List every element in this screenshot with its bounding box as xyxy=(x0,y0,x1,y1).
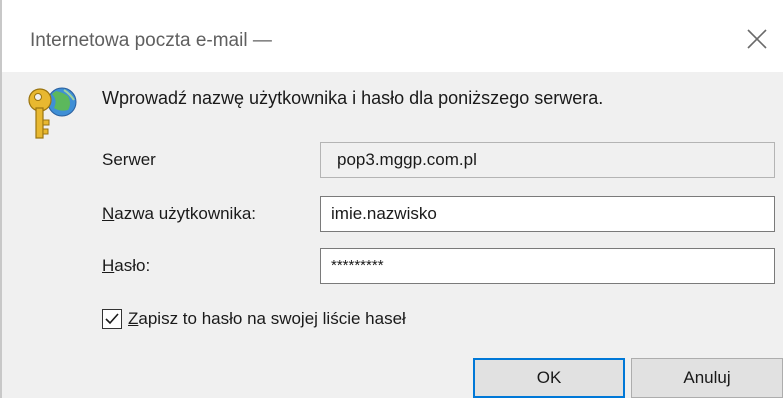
checkmark-icon xyxy=(105,313,119,325)
ok-button[interactable]: OK xyxy=(473,358,625,398)
remember-label-rest: apisz to hasło na swojej liście haseł xyxy=(138,309,406,328)
server-field: pop3.mggp.com.pl xyxy=(320,142,775,178)
password-label-rest: asło: xyxy=(114,256,151,275)
remember-label-accel: Z xyxy=(128,309,139,328)
username-label-accel: N xyxy=(102,204,115,223)
password-label-accel: H xyxy=(102,256,115,275)
login-dialog: Internetowa poczta e-mail — Wprowadź naz… xyxy=(0,0,783,398)
remember-password-label: Zapisz to hasło na swojej liście haseł xyxy=(128,309,406,329)
window-title: Internetowa poczta e-mail — xyxy=(30,30,272,51)
server-value: pop3.mggp.com.pl xyxy=(337,150,477,169)
username-field[interactable]: imie.nazwisko xyxy=(320,196,775,232)
remember-password-checkbox[interactable] xyxy=(102,309,122,329)
password-label: Hasło: xyxy=(102,256,150,276)
username-value: imie.nazwisko xyxy=(331,204,437,223)
title-bar: Internetowa poczta e-mail — xyxy=(2,0,783,72)
close-button[interactable] xyxy=(740,22,776,58)
server-label: Serwer xyxy=(102,150,156,169)
password-field[interactable]: ********* xyxy=(320,248,775,284)
prompt-text: Wprowadź nazwę użytkownika i hasło dla p… xyxy=(102,88,604,108)
key-globe-icon xyxy=(24,82,82,144)
cancel-button[interactable]: Anuluj xyxy=(631,358,783,398)
password-value: ********* xyxy=(331,257,384,274)
remember-password-row[interactable]: Zapisz to hasło na swojej liście haseł xyxy=(102,306,406,332)
username-label-rest: azwa użytkownika: xyxy=(114,204,257,223)
username-label: Nazwa użytkownika: xyxy=(102,204,256,224)
close-icon xyxy=(747,29,767,49)
